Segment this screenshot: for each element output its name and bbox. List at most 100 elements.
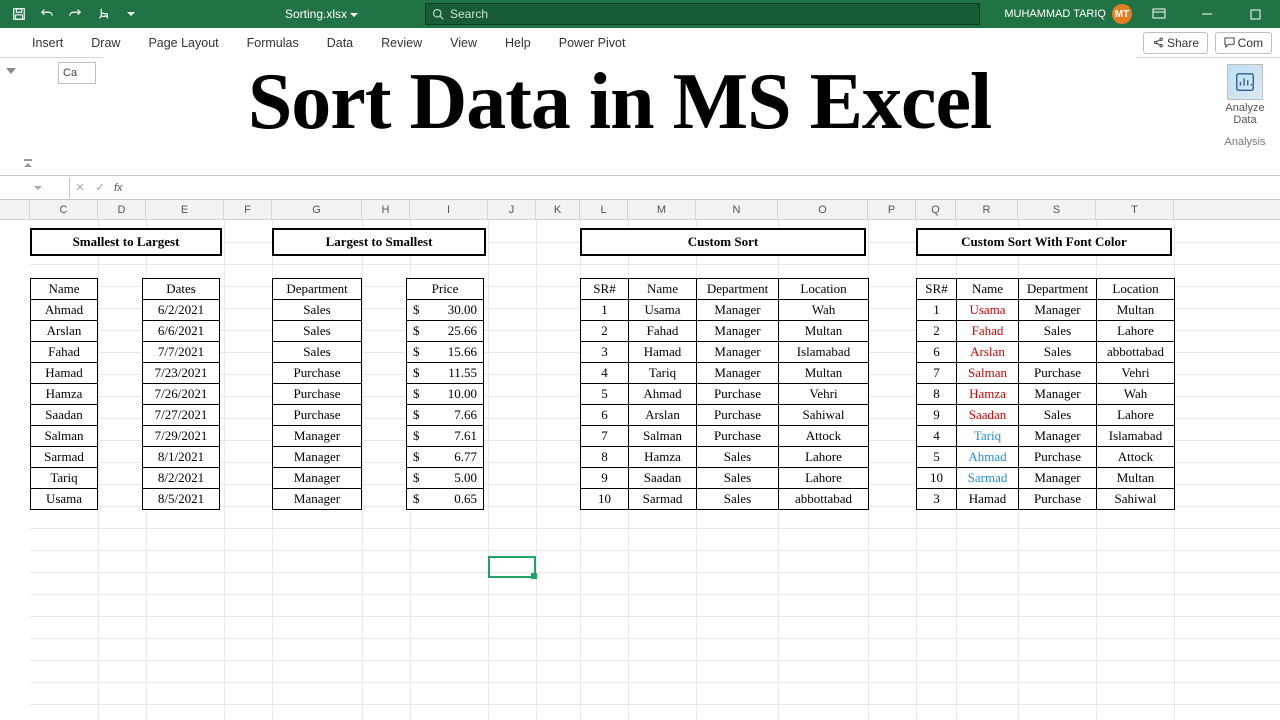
tab-review[interactable]: Review: [367, 30, 436, 56]
name-box[interactable]: [32, 178, 70, 198]
table-cell[interactable]: Salman: [957, 363, 1019, 384]
table-cell[interactable]: $30.00: [407, 300, 484, 321]
table-cell[interactable]: $11.55: [407, 363, 484, 384]
table-cell[interactable]: 7/7/2021: [143, 342, 220, 363]
table-cell[interactable]: $7.61: [407, 426, 484, 447]
col-header[interactable]: M: [628, 200, 696, 219]
search-input[interactable]: Search: [425, 3, 980, 25]
table-cell[interactable]: Vehri: [1097, 363, 1175, 384]
table-cell[interactable]: Purchase: [697, 384, 779, 405]
table-cell[interactable]: Fahad: [957, 321, 1019, 342]
table-cell[interactable]: Sales: [273, 300, 362, 321]
share-button[interactable]: Share: [1143, 32, 1208, 54]
table-cell[interactable]: 6: [581, 405, 629, 426]
table-cell[interactable]: 6/6/2021: [143, 321, 220, 342]
table-cell[interactable]: Wah: [1097, 384, 1175, 405]
table-cell[interactable]: 7/23/2021: [143, 363, 220, 384]
tab-draw[interactable]: Draw: [77, 30, 134, 56]
table-cell[interactable]: Fahad: [629, 321, 697, 342]
table-cell[interactable]: Ahmad: [629, 384, 697, 405]
formula-input[interactable]: [127, 178, 1280, 198]
table-cell[interactable]: Islamabad: [779, 342, 869, 363]
table-cell[interactable]: 4: [917, 426, 957, 447]
col-header[interactable]: I: [410, 200, 488, 219]
table-cell[interactable]: Wah: [779, 300, 869, 321]
table-cell[interactable]: Sales: [697, 468, 779, 489]
tab-formulas[interactable]: Formulas: [233, 30, 313, 56]
table-cell[interactable]: Manager: [273, 426, 362, 447]
table-cell[interactable]: Arslan: [957, 342, 1019, 363]
table-cell[interactable]: 7/27/2021: [143, 405, 220, 426]
table-cell[interactable]: Ahmad: [957, 447, 1019, 468]
fx-icon[interactable]: fx: [110, 182, 127, 194]
table-cell[interactable]: 8/2/2021: [143, 468, 220, 489]
table-cell[interactable]: 6/2/2021: [143, 300, 220, 321]
col-header[interactable]: F: [224, 200, 272, 219]
col-header[interactable]: N: [696, 200, 778, 219]
table-cell[interactable]: Manager: [273, 468, 362, 489]
analyze-data-button[interactable]: Analyze Data Analysis: [1218, 64, 1272, 148]
tab-data[interactable]: Data: [313, 30, 367, 56]
col-header[interactable]: O: [778, 200, 868, 219]
col-header[interactable]: T: [1096, 200, 1174, 219]
table-cell[interactable]: 3: [917, 489, 957, 510]
table-cell[interactable]: Multan: [779, 321, 869, 342]
user-avatar[interactable]: MT: [1112, 4, 1132, 24]
table-cell[interactable]: Manager: [1019, 426, 1097, 447]
table-cell[interactable]: Fahad: [31, 342, 98, 363]
col-header[interactable]: C: [30, 200, 98, 219]
table-cell[interactable]: 10: [917, 468, 957, 489]
table-cell[interactable]: Lahore: [779, 468, 869, 489]
col-header[interactable]: P: [868, 200, 916, 219]
table-cell[interactable]: Purchase: [1019, 363, 1097, 384]
col-header[interactable]: L: [580, 200, 628, 219]
table-cell[interactable]: 1: [581, 300, 629, 321]
table-cell[interactable]: Sales: [1019, 342, 1097, 363]
table-cell[interactable]: Manager: [697, 321, 779, 342]
table-cell[interactable]: 5: [581, 384, 629, 405]
table-cell[interactable]: 8: [917, 384, 957, 405]
maximize-icon[interactable]: [1234, 0, 1276, 28]
table-cell[interactable]: Manager: [697, 300, 779, 321]
table-cell[interactable]: Sales: [697, 447, 779, 468]
table-cell[interactable]: $5.00: [407, 468, 484, 489]
table-cell[interactable]: Tariq: [31, 468, 98, 489]
tab-page-layout[interactable]: Page Layout: [134, 30, 232, 56]
minimize-icon[interactable]: [1186, 0, 1228, 28]
table-cell[interactable]: Tariq: [629, 363, 697, 384]
table-cell[interactable]: Sarmad: [957, 468, 1019, 489]
table-cell[interactable]: Manager: [697, 363, 779, 384]
col-header[interactable]: K: [536, 200, 580, 219]
save-icon[interactable]: [6, 1, 32, 27]
table-cell[interactable]: Purchase: [273, 405, 362, 426]
ribbon-display-icon[interactable]: [1138, 0, 1180, 28]
table-cell[interactable]: Sarmad: [629, 489, 697, 510]
comments-button[interactable]: Com: [1215, 32, 1272, 54]
table-cell[interactable]: Purchase: [1019, 489, 1097, 510]
table-cell[interactable]: Multan: [779, 363, 869, 384]
table-cell[interactable]: $25.66: [407, 321, 484, 342]
table-cell[interactable]: Hamad: [957, 489, 1019, 510]
table-cell[interactable]: Salman: [31, 426, 98, 447]
table-cell[interactable]: Multan: [1097, 468, 1175, 489]
col-header[interactable]: S: [1018, 200, 1096, 219]
table-cell[interactable]: abbottabad: [779, 489, 869, 510]
table-cell[interactable]: $15.66: [407, 342, 484, 363]
col-header[interactable]: G: [272, 200, 362, 219]
active-cell[interactable]: [488, 556, 536, 578]
table-cell[interactable]: Manager: [273, 447, 362, 468]
table-cell[interactable]: Usama: [957, 300, 1019, 321]
table-cell[interactable]: $0.65: [407, 489, 484, 510]
table-cell[interactable]: 3: [581, 342, 629, 363]
undo-icon[interactable]: [34, 1, 60, 27]
collapse-ribbon-icon[interactable]: [22, 157, 36, 171]
table-cell[interactable]: 7/26/2021: [143, 384, 220, 405]
table-cell[interactable]: Sales: [697, 489, 779, 510]
table-cell[interactable]: Sarmad: [31, 447, 98, 468]
table-cell[interactable]: Sahiwal: [779, 405, 869, 426]
table-cell[interactable]: Saadan: [31, 405, 98, 426]
table-cell[interactable]: 7: [917, 363, 957, 384]
table-cell[interactable]: 7: [581, 426, 629, 447]
table-cell[interactable]: Tariq: [957, 426, 1019, 447]
enter-icon[interactable]: ✓: [90, 178, 110, 198]
